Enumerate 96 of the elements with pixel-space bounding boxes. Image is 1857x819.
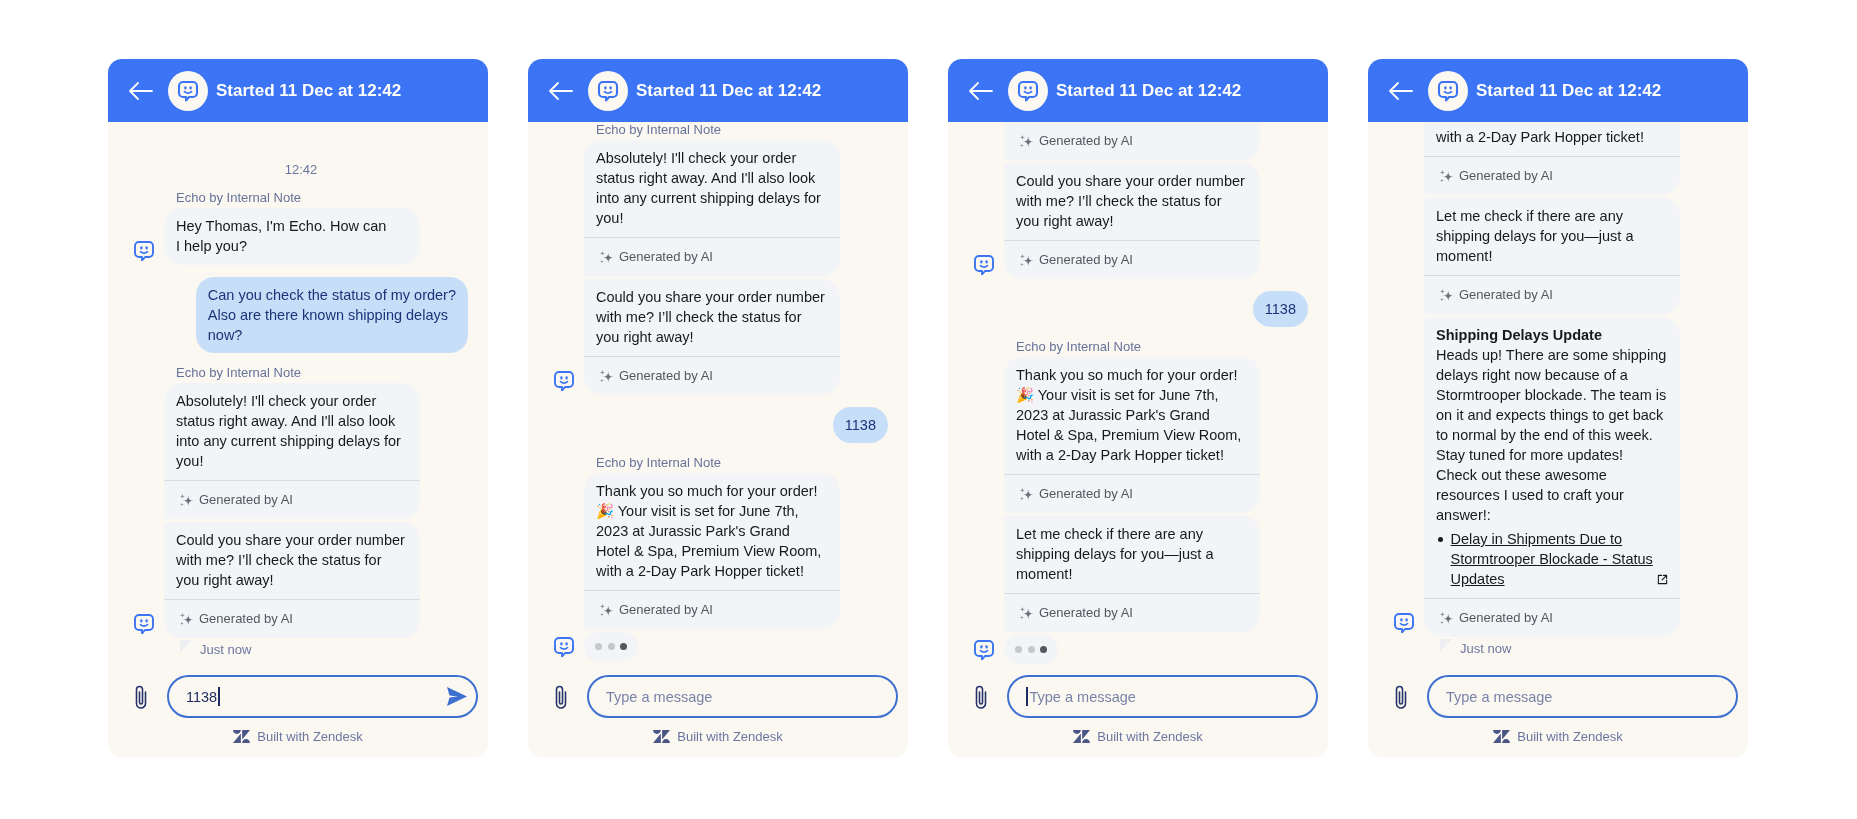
message-input[interactable]: Type a message: [1007, 675, 1318, 718]
sparkle-icon: [1439, 610, 1454, 626]
user-message: Can you check the status of my order? Also are there known shipping delays now?: [195, 277, 468, 353]
built-with-link[interactable]: Built with Zendesk: [653, 728, 783, 744]
bot-avatar-icon: [1394, 612, 1414, 633]
sender-label: Echo by Internal Note: [176, 365, 302, 381]
ai-generated-label: Generated by AI: [1459, 610, 1553, 626]
ai-generated-label: Generated by AI: [619, 368, 713, 384]
sender-label: Echo by Internal Note: [176, 190, 302, 206]
send-button[interactable]: [446, 686, 468, 707]
message-title: Shipping Delays Update: [1436, 326, 1603, 345]
back-button[interactable]: [1388, 80, 1413, 101]
attach-button[interactable]: [553, 683, 569, 710]
message-text: Thank you so much for your order! 🎉 Your visit is set for June 7th, 2023 at Jurassic Park's Grand Hotel & Spa, Premium View Room, with a 2-Day Park Hopper ticket!: [596, 482, 823, 581]
arrow-left-icon: [128, 80, 153, 101]
sparkle-icon: [1439, 287, 1454, 303]
built-with-link[interactable]: Built with Zendesk: [1073, 728, 1203, 744]
arrow-left-icon: [548, 80, 573, 101]
message-input[interactable]: Type a message: [587, 675, 898, 718]
message-text: Hey Thomas, I'm Echo. How can I help you?: [176, 217, 388, 256]
ai-generated-label: Generated by AI: [619, 249, 713, 265]
message-text: Could you share your order number with me? I’ll check the status for you right away!: [176, 531, 406, 590]
send-icon: [446, 686, 468, 707]
bot-avatar-icon: [168, 70, 208, 111]
built-with-link[interactable]: Built with Zendesk: [1493, 728, 1623, 744]
bot-avatar-icon: [1008, 70, 1048, 111]
message-text: Absolutely! I'll check your order status right away. And I'll also look into any current shipping delays for you!: [176, 392, 402, 471]
zendesk-logo-icon: [233, 729, 251, 743]
bot-avatar-icon: [134, 240, 154, 261]
ai-generated-label: Generated by AI: [1039, 133, 1133, 149]
back-button[interactable]: [128, 80, 153, 101]
ai-generated-label: Generated by AI: [1459, 168, 1553, 184]
paperclip-icon: [553, 683, 569, 710]
source-link[interactable]: Delay in Shipments Due to Stormtrooper Blockade - Status Updates: [1450, 529, 1653, 589]
chat-title: Started 11 Dec at 12:42: [1476, 79, 1662, 102]
message-text: Could you share your order number with me? I’ll check the status for you right away!: [1016, 172, 1246, 231]
sparkle-icon: [599, 249, 614, 265]
ai-generated-label: Generated by AI: [1039, 605, 1133, 621]
ai-generated-label: Generated by AI: [1459, 287, 1553, 303]
arrow-left-icon: [968, 80, 993, 101]
ai-generated-label: Generated by AI: [199, 492, 293, 508]
bot-avatar-icon: [554, 636, 574, 657]
paperclip-icon: [1393, 683, 1409, 710]
sparkle-icon: [599, 602, 614, 618]
sparkle-icon: [599, 368, 614, 384]
bot-avatar-icon: [554, 370, 574, 391]
bot-avatar-icon: [134, 613, 154, 634]
user-message: 1138: [1252, 291, 1308, 327]
bullet-icon: [1438, 537, 1443, 542]
message-status: Just now: [200, 642, 252, 658]
bot-avatar-icon: [1428, 70, 1468, 111]
back-button[interactable]: [968, 80, 993, 101]
ai-generated-label: Generated by AI: [1039, 252, 1133, 268]
bot-avatar-icon: [974, 639, 994, 660]
message-text: Absolutely! I'll check your order status right away. And I'll also look into any current shipping delays for you!: [596, 149, 822, 228]
attach-button[interactable]: [973, 683, 989, 710]
message-input[interactable]: 1138: [167, 675, 478, 718]
message-text: Let me check if there are any shipping delays for you—just a moment!: [1016, 525, 1215, 584]
back-button[interactable]: [548, 80, 573, 101]
attach-button[interactable]: [133, 683, 149, 710]
bot-avatar-icon: [974, 254, 994, 275]
sparkle-icon: [1019, 605, 1034, 621]
ai-generated-label: Generated by AI: [199, 611, 293, 627]
sparkle-icon: [1019, 252, 1034, 268]
chat-title: Started 11 Dec at 12:42: [216, 79, 402, 102]
chat-title: Started 11 Dec at 12:42: [1056, 79, 1242, 102]
zendesk-logo-icon: [653, 729, 671, 743]
paperclip-icon: [133, 683, 149, 710]
sender-label: Echo by Internal Note: [596, 455, 722, 471]
message-input[interactable]: Type a message: [1427, 675, 1738, 718]
sparkle-icon: [1019, 133, 1034, 149]
message-text: Could you share your order number with me? I’ll check the status for you right away!: [596, 288, 826, 347]
zendesk-logo-icon: [1493, 729, 1511, 743]
ai-generated-label: Generated by AI: [619, 602, 713, 618]
attach-button[interactable]: [1393, 683, 1409, 710]
ai-generated-label: Generated by AI: [1039, 486, 1133, 502]
message-text: Thank you so much for your order! 🎉 Your visit is set for June 7th, 2023 at Jurassic Park's Grand Hotel & Spa, Premium View Room, with a 2-Day Park Hopper ticket!: [1016, 366, 1243, 465]
sparkle-icon: [179, 492, 194, 508]
message-timestamp: 12:42: [284, 162, 318, 178]
sender-label: Echo by Internal Note: [596, 122, 722, 138]
message-text: Let me check if there are any shipping delays for you—just a moment!: [1436, 207, 1635, 266]
paperclip-icon: [973, 683, 989, 710]
built-with-link[interactable]: Built with Zendesk: [233, 728, 363, 744]
arrow-left-icon: [1388, 80, 1413, 101]
sparkle-icon: [179, 611, 194, 627]
zendesk-logo-icon: [1073, 729, 1091, 743]
sender-label: Echo by Internal Note: [1016, 339, 1142, 355]
bot-avatar-icon: [588, 70, 628, 111]
sparkle-icon: [1019, 486, 1034, 502]
sparkle-icon: [1439, 168, 1454, 184]
user-message: 1138: [832, 407, 888, 443]
external-link-icon: [1656, 574, 1668, 585]
chat-title: Started 11 Dec at 12:42: [636, 79, 822, 102]
message-status: Just now: [1460, 641, 1512, 657]
message-text: with a 2-Day Park Hopper ticket!: [1436, 128, 1645, 147]
message-text: Heads up! There are some shipping delays right now because of a Stormtrooper blockade. The team is on it and expects things to get back to normal by the end of this week. Stay tuned for more updates! Check out these awesome resources I used to craft your answer!:: [1436, 346, 1668, 525]
